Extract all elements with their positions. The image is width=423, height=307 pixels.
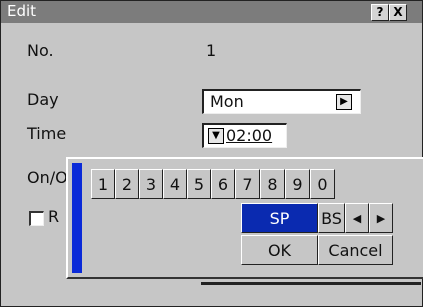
title-bar: Edit ? X (1, 1, 422, 23)
backspace-key[interactable]: BS (318, 203, 345, 233)
key-5[interactable]: 5 (187, 169, 211, 199)
onoff-label: On/O (27, 168, 68, 187)
time-field[interactable]: ▼ 02:00 (202, 123, 287, 148)
no-label: No. (27, 41, 54, 60)
cursor-left-icon[interactable]: ◀ (345, 203, 369, 233)
key-6[interactable]: 6 (211, 169, 235, 199)
help-button[interactable]: ? (371, 4, 389, 21)
keyboard-accent-bar (72, 163, 82, 273)
day-next-arrow-icon[interactable]: ▶ (336, 94, 352, 110)
key-2[interactable]: 2 (115, 169, 139, 199)
bottom-divider (201, 282, 421, 285)
repeat-label: R (48, 207, 60, 226)
cursor-right-icon[interactable]: ▶ (369, 203, 393, 233)
key-7[interactable]: 7 (235, 169, 260, 199)
day-select[interactable]: Mon ▶ (202, 89, 361, 114)
time-value: 02:00 (226, 126, 273, 145)
key-1[interactable]: 1 (91, 169, 115, 199)
repeat-checkbox[interactable] (29, 211, 44, 226)
window-title: Edit (7, 2, 37, 20)
key-3[interactable]: 3 (139, 169, 163, 199)
day-value: Mon (210, 92, 244, 111)
key-9[interactable]: 9 (285, 169, 310, 199)
cancel-button[interactable]: Cancel (318, 235, 393, 265)
close-button[interactable]: X (389, 4, 407, 21)
no-value: 1 (206, 41, 217, 60)
onscreen-keyboard: 1 2 3 4 5 6 7 8 9 0 SP BS ◀ ▶ OK Cancel (66, 157, 423, 279)
key-8[interactable]: 8 (260, 169, 285, 199)
ok-button[interactable]: OK (241, 235, 318, 265)
space-key[interactable]: SP (241, 203, 318, 233)
key-4[interactable]: 4 (163, 169, 187, 199)
day-label: Day (27, 90, 59, 109)
time-down-arrow-icon[interactable]: ▼ (208, 128, 224, 144)
key-0[interactable]: 0 (310, 169, 335, 199)
time-label: Time (27, 124, 67, 143)
